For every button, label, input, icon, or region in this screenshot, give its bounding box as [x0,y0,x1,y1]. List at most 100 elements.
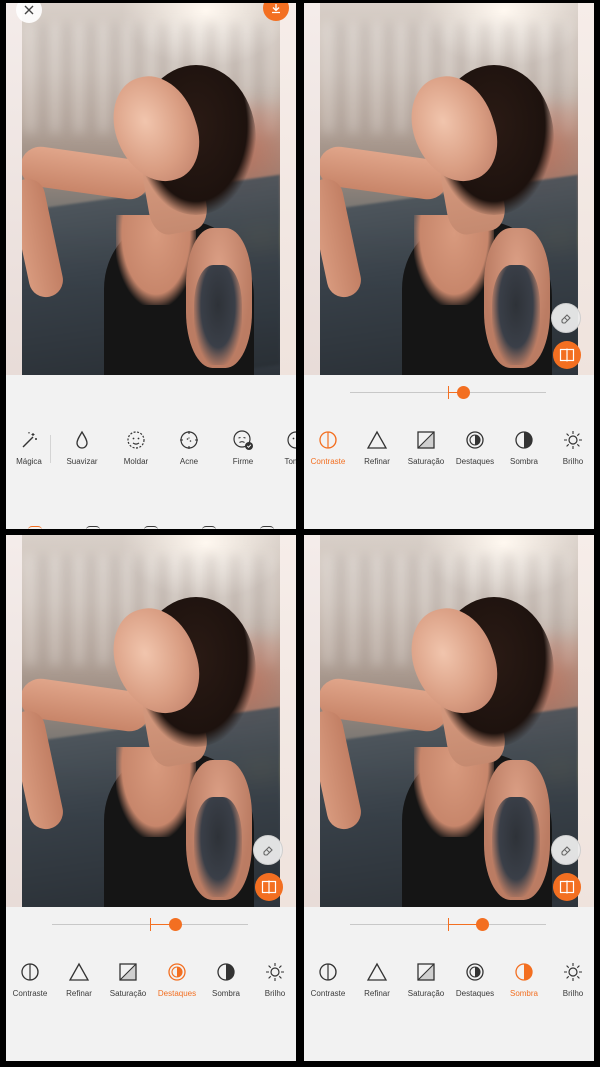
firm-face-icon [233,430,253,450]
eraser-button[interactable] [551,835,581,865]
eraser-icon [263,846,273,856]
tool-sombra[interactable]: Sombra [496,421,552,477]
intensity-slider[interactable] [350,915,546,935]
tool-moldar[interactable]: Moldar [108,421,164,477]
highlights-icon [466,431,484,449]
slider-thumb[interactable] [168,918,182,931]
tool-brilho[interactable]: Brilho [545,421,594,477]
tool-refinar[interactable]: Refinar [349,421,405,477]
tool-saturacao[interactable]: Saturação [398,421,454,477]
tool-label: Refinar [364,989,390,998]
tool-suavizar[interactable]: Suavizar [54,421,110,477]
shadow-icon [217,963,235,981]
triangle-icon [366,962,388,981]
face-shape-icon [127,431,145,449]
contrast-adjust-screen: Contraste Refinar Saturação Destaques So… [304,3,594,529]
tool-magica[interactable]: Mágica [6,421,57,477]
triangle-icon [366,430,388,449]
tab-profile[interactable] [202,526,216,529]
adjust-tool-bar: Contraste Refinar Saturação Destaques So… [304,953,594,1013]
slider-center-tick [448,386,449,399]
tool-label: Sombra [509,457,538,466]
shadow-icon [515,963,533,981]
adjust-tool-bar: Contraste Refinar Saturação Destaques So… [6,953,296,1013]
tool-label: Destaques [157,989,197,998]
tool-label: Contraste [310,457,346,466]
compare-icon [261,880,277,894]
intensity-slider[interactable] [350,383,546,403]
tool-label: Moldar [123,457,149,466]
tool-label: Brilho [264,989,286,998]
intensity-slider[interactable] [52,915,248,935]
compare-button[interactable] [255,873,283,901]
beauty-tools-screen: Mágica Suavizar Moldar Acne Firme Tom D [6,3,296,529]
photo-preview [6,3,296,375]
slider-thumb[interactable] [476,918,490,931]
slider-center-tick [150,918,151,931]
close-icon [24,5,34,15]
sun-icon [266,963,284,981]
tab-store[interactable] [260,526,274,529]
tool-label: Sombra [509,989,538,998]
compare-button[interactable] [553,341,581,369]
tab-beauty[interactable] [28,526,42,529]
tool-label: Brilho [562,989,584,998]
highlights-adjust-screen: Contraste Refinar Saturação Destaques So… [6,535,296,1061]
tool-label: Mágica [16,457,42,466]
tool-label: Contraste [12,989,48,998]
tool-sombra[interactable]: Sombra [496,953,552,1009]
contrast-icon [319,963,337,981]
shadow-icon [515,431,533,449]
compare-button[interactable] [553,873,581,901]
tool-refinar[interactable]: Refinar [51,953,107,1009]
compare-icon [559,348,575,362]
bottom-tab-bar [6,523,296,529]
saturation-icon [417,431,435,449]
tool-label: Saturação [109,989,147,998]
saturation-icon [417,963,435,981]
beauty-tool-bar: Mágica Suavizar Moldar Acne Firme Tom D [6,421,296,481]
slider-thumb[interactable] [456,386,470,399]
tool-firme[interactable]: Firme [215,421,271,477]
eraser-icon [561,314,571,324]
tool-refinar[interactable]: Refinar [349,953,405,1009]
drop-icon [76,430,88,449]
tool-saturacao[interactable]: Saturação [100,953,156,1009]
compare-icon [559,880,575,894]
adjust-tool-bar: Contraste Refinar Saturação Destaques So… [304,421,594,481]
tool-label: Firme [232,457,254,466]
tool-destaques[interactable]: Destaques [447,953,503,1009]
magic-wand-icon [22,432,37,448]
tool-acne[interactable]: Acne [161,421,217,477]
triangle-icon [68,962,90,981]
sun-icon [564,431,582,449]
tool-label: Saturação [407,457,445,466]
eraser-button[interactable] [253,835,283,865]
tool-tom-d[interactable]: Tom D [268,421,296,477]
saturation-icon [119,963,137,981]
tool-destaques[interactable]: Destaques [149,953,205,1009]
contrast-icon [319,431,337,449]
tool-sombra[interactable]: Sombra [198,953,254,1009]
shadow-adjust-screen: Contraste Refinar Saturação Destaques So… [304,535,594,1061]
skin-tone-icon [287,431,296,449]
tool-label: Refinar [364,457,390,466]
tool-destaques[interactable]: Destaques [447,421,503,477]
tool-brilho[interactable]: Brilho [247,953,296,1009]
acne-target-icon [180,431,198,449]
eraser-icon [561,846,571,856]
tool-brilho[interactable]: Brilho [545,953,594,1009]
slider-center-tick [448,918,449,931]
tool-label: Suavizar [66,457,98,466]
sun-icon [564,963,582,981]
tool-label: Tom D [284,457,296,466]
tool-saturacao[interactable]: Saturação [398,953,454,1009]
tool-label: Destaques [455,989,495,998]
tool-label: Refinar [66,989,92,998]
highlights-icon [466,963,484,981]
eraser-button[interactable] [551,303,581,333]
tool-label: Contraste [310,989,346,998]
tab-edit[interactable] [86,526,100,529]
tool-label: Brilho [562,457,584,466]
tab-brush[interactable] [144,526,158,529]
